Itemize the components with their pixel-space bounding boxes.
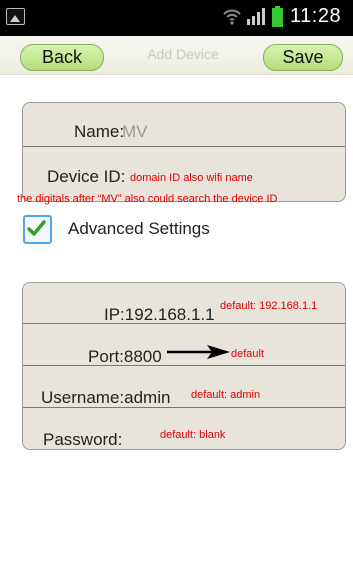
status-time: 11:28 — [290, 5, 342, 27]
arrow-right-icon — [167, 345, 230, 359]
ip-row[interactable]: IP:192.168.1.1 default: 192.168.1.1 — [23, 283, 345, 325]
password-hint: default: blank — [160, 429, 226, 441]
device-id-note: the digitals after “MV” also could searc… — [17, 193, 278, 205]
wifi-icon — [223, 9, 241, 25]
device-id-hint: domain ID also wifi name — [130, 172, 253, 184]
port-hint: default — [231, 348, 265, 360]
back-button[interactable]: Back — [20, 44, 104, 71]
page-title: Add Device — [147, 46, 219, 62]
password-row[interactable]: Password: default: blank — [23, 407, 345, 449]
advanced-settings-checkbox[interactable] — [23, 215, 52, 244]
status-bar: 11:28 — [0, 0, 353, 36]
name-label: Name: — [74, 122, 125, 141]
password-label: Password: — [43, 430, 123, 449]
username-row[interactable]: Username:admin default: admin — [23, 365, 345, 408]
ip-field[interactable]: IP:192.168.1.1 — [104, 305, 215, 325]
device-info-group: Name: MV Device ID: domain ID also wifi … — [22, 102, 346, 202]
advanced-settings-label[interactable]: Advanced Settings — [68, 219, 210, 239]
port-field[interactable]: Port:8800 — [88, 347, 162, 367]
image-notification-icon — [6, 8, 25, 25]
signal-icon — [247, 8, 265, 25]
username-hint: default: admin — [191, 389, 261, 401]
save-button[interactable]: Save — [263, 44, 343, 71]
battery-icon — [272, 6, 283, 27]
checkmark-icon — [27, 220, 46, 236]
device-id-label: Device ID: — [47, 167, 126, 186]
name-field[interactable]: MV — [122, 122, 148, 142]
name-row[interactable]: Name: MV — [23, 103, 345, 146]
network-settings-group: IP:192.168.1.1 default: 192.168.1.1 Port… — [22, 282, 346, 450]
username-field[interactable]: Username:admin — [41, 388, 170, 408]
ip-hint: default: 192.168.1.1 — [220, 300, 318, 312]
